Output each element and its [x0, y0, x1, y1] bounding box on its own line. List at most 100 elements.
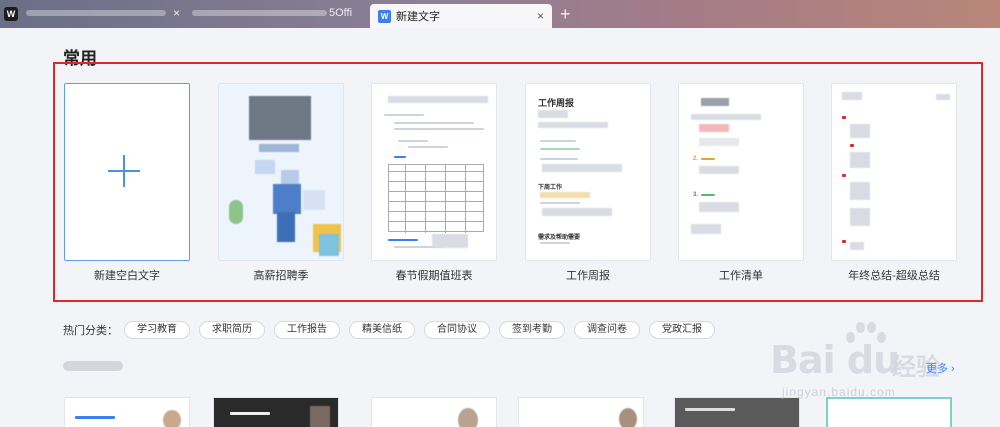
text-line [230, 412, 270, 415]
category-chip[interactable]: 合同协议 [424, 321, 490, 339]
blurred-text [542, 208, 612, 216]
category-chip[interactable]: 调查问卷 [574, 321, 640, 339]
blurred-text [842, 92, 862, 100]
template-card-resume[interactable] [64, 397, 190, 427]
blurred-text [540, 192, 590, 198]
thumb-heading: 下周工作 [538, 185, 563, 191]
decoration [255, 160, 275, 174]
blurred-text [850, 182, 870, 200]
list-number: 2. [693, 156, 699, 162]
template-card-resume[interactable] [518, 397, 644, 427]
decoration [303, 190, 325, 210]
hot-label: 热门分类： [63, 325, 118, 337]
template-label: 新建空白文字 [94, 270, 160, 282]
template-card-blank[interactable] [64, 83, 190, 261]
close-icon[interactable]: × [537, 9, 544, 23]
duty-table [388, 164, 484, 233]
template-label: 工作清单 [719, 270, 763, 282]
category-chip[interactable]: 党政汇报 [649, 321, 715, 339]
hot-categories: 热门分类： 学习教育 求职简历 工作报告 精美信纸 合同协议 签到考勤 调查问卷… [63, 321, 724, 339]
decoration [319, 234, 339, 256]
template-card-checklist[interactable]: 2. 3. [678, 83, 804, 261]
template-label: 工作周报 [566, 270, 610, 282]
category-chip[interactable]: 工作报告 [274, 321, 340, 339]
template-card-year-summary[interactable] [831, 83, 957, 261]
document-icon: W [378, 9, 391, 23]
tab-bar: W × 5Offi W 新建文字 × + [0, 0, 1000, 28]
thumb-title: 工作周报 [538, 98, 575, 108]
template-card-resume[interactable] [371, 397, 497, 427]
plant-icon [229, 200, 243, 224]
text-line [540, 158, 578, 160]
list-number: 3. [693, 192, 699, 198]
template-card-recruit[interactable] [218, 83, 344, 261]
blurred-text [699, 124, 729, 132]
bullet [842, 240, 846, 243]
blurred-text [699, 202, 739, 212]
new-tab-icon[interactable]: + [560, 4, 571, 25]
blurred-text [691, 224, 721, 234]
text-line [540, 140, 576, 142]
bullet [842, 174, 846, 177]
tab-label[interactable]: 5Offi [329, 7, 352, 19]
text-line [394, 128, 484, 130]
thumb-heading: 需求及帮助需要 [538, 235, 581, 241]
blurred-title [701, 98, 729, 106]
category-chip[interactable]: 求职简历 [199, 321, 265, 339]
illustration-person [273, 184, 301, 214]
plus-icon [108, 155, 140, 187]
template-card-duty-table[interactable] [371, 83, 497, 261]
blurred-text [699, 138, 739, 146]
template-label: 高薪招聘季 [253, 270, 309, 282]
blurred-text [699, 166, 739, 174]
bullet [842, 116, 846, 119]
text-line [685, 408, 735, 411]
category-chip[interactable]: 签到考勤 [499, 321, 565, 339]
avatar [458, 408, 478, 427]
template-card-weekly-report[interactable]: 工作周报 下周工作 需求及帮助需要 [525, 83, 651, 261]
blurred-subtitle [259, 144, 299, 152]
blurred-text [691, 114, 761, 120]
blurred-text [850, 242, 864, 250]
text-line [75, 416, 115, 419]
blurred-text [432, 234, 468, 248]
blurred-text [850, 152, 870, 168]
blurred-tab-title [26, 10, 166, 16]
blurred-tab-title [192, 10, 327, 16]
text-line [388, 239, 418, 241]
text-line [398, 140, 428, 142]
close-icon[interactable]: × [173, 6, 180, 20]
blurred-text [850, 124, 870, 138]
app-logo-icon[interactable]: W [4, 7, 18, 21]
avatar [619, 408, 637, 427]
text-line [701, 158, 715, 160]
text-line [394, 122, 474, 124]
text-line [408, 146, 448, 148]
template-card-resume[interactable] [213, 397, 339, 427]
text-line [384, 114, 424, 116]
blurred-title [388, 96, 488, 103]
avatar [310, 406, 330, 427]
category-chip[interactable]: 精美信纸 [349, 321, 415, 339]
tab-active[interactable]: W 新建文字 × [370, 4, 552, 28]
watermark-brand: Bai du [770, 338, 900, 382]
blurred-text [538, 122, 608, 128]
bullet [850, 144, 854, 147]
text-line [701, 194, 715, 196]
text-line [540, 202, 580, 204]
text-line [394, 156, 406, 158]
avatar [163, 410, 181, 427]
text-line [540, 242, 570, 244]
tab-label: 新建文字 [396, 11, 440, 23]
blurred-section-heading [63, 361, 123, 371]
template-label: 年终总结-超级总结 [848, 270, 940, 282]
blurred-text [538, 110, 568, 118]
category-chip[interactable]: 学习教育 [124, 321, 190, 339]
more-link[interactable]: 更多 › [926, 360, 955, 376]
blurred-title [249, 96, 311, 140]
blurred-text [936, 94, 950, 100]
blurred-text [542, 164, 622, 172]
blurred-text [850, 208, 870, 226]
text-line [540, 148, 580, 150]
template-label: 春节假期值班表 [395, 270, 473, 282]
